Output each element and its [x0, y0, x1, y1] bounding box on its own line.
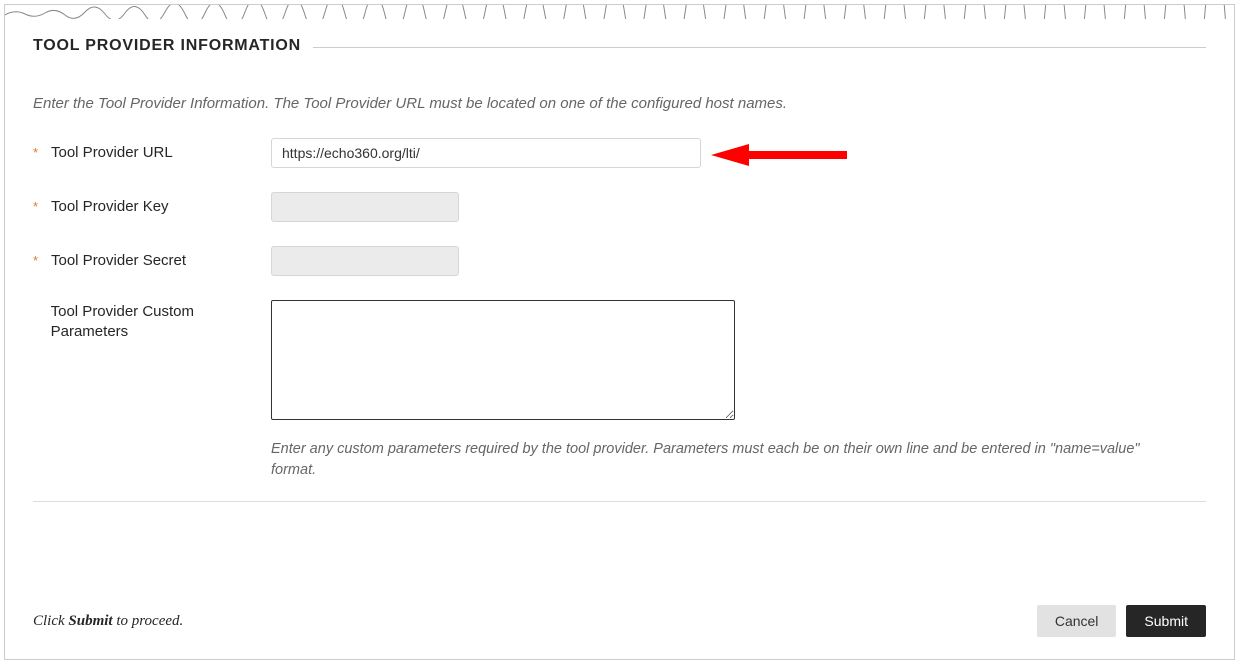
- label-tool-provider-url: Tool Provider URL: [51, 144, 173, 161]
- footer-text: Click Submit to proceed.: [33, 613, 183, 630]
- label-tool-provider-key: Tool Provider Key: [51, 198, 169, 215]
- custom-parameters-hint: Enter any custom parameters required by …: [271, 439, 1171, 481]
- required-indicator-icon: *: [33, 253, 51, 268]
- tool-provider-url-input[interactable]: [271, 138, 701, 168]
- torn-edge-decoration: [5, 5, 1234, 19]
- custom-parameters-textarea[interactable]: [271, 300, 735, 420]
- row-tool-provider-url: * Tool Provider URL: [33, 138, 1206, 168]
- section-header: TOOL PROVIDER INFORMATION: [33, 37, 1206, 55]
- required-indicator-icon: *: [33, 199, 51, 214]
- footer: Click Submit to proceed. Cancel Submit: [33, 605, 1206, 637]
- footer-separator: [33, 501, 1206, 502]
- instruction-text: Enter the Tool Provider Information. The…: [33, 95, 1206, 112]
- label-custom-parameters: Tool Provider Custom Parameters: [51, 302, 271, 341]
- section-divider: [313, 47, 1206, 48]
- section-title: TOOL PROVIDER INFORMATION: [33, 37, 313, 55]
- tool-provider-key-input[interactable]: [271, 192, 459, 222]
- row-custom-parameters: Tool Provider Custom Parameters Enter an…: [33, 300, 1206, 481]
- label-tool-provider-secret: Tool Provider Secret: [51, 252, 186, 269]
- form-container: TOOL PROVIDER INFORMATION Enter the Tool…: [4, 4, 1235, 660]
- required-indicator-icon: *: [33, 145, 51, 160]
- annotation-arrow-icon: [709, 142, 849, 173]
- row-tool-provider-key: * Tool Provider Key: [33, 192, 1206, 222]
- cancel-button[interactable]: Cancel: [1037, 605, 1117, 637]
- submit-button[interactable]: Submit: [1126, 605, 1206, 637]
- row-tool-provider-secret: * Tool Provider Secret: [33, 246, 1206, 276]
- tool-provider-secret-input[interactable]: [271, 246, 459, 276]
